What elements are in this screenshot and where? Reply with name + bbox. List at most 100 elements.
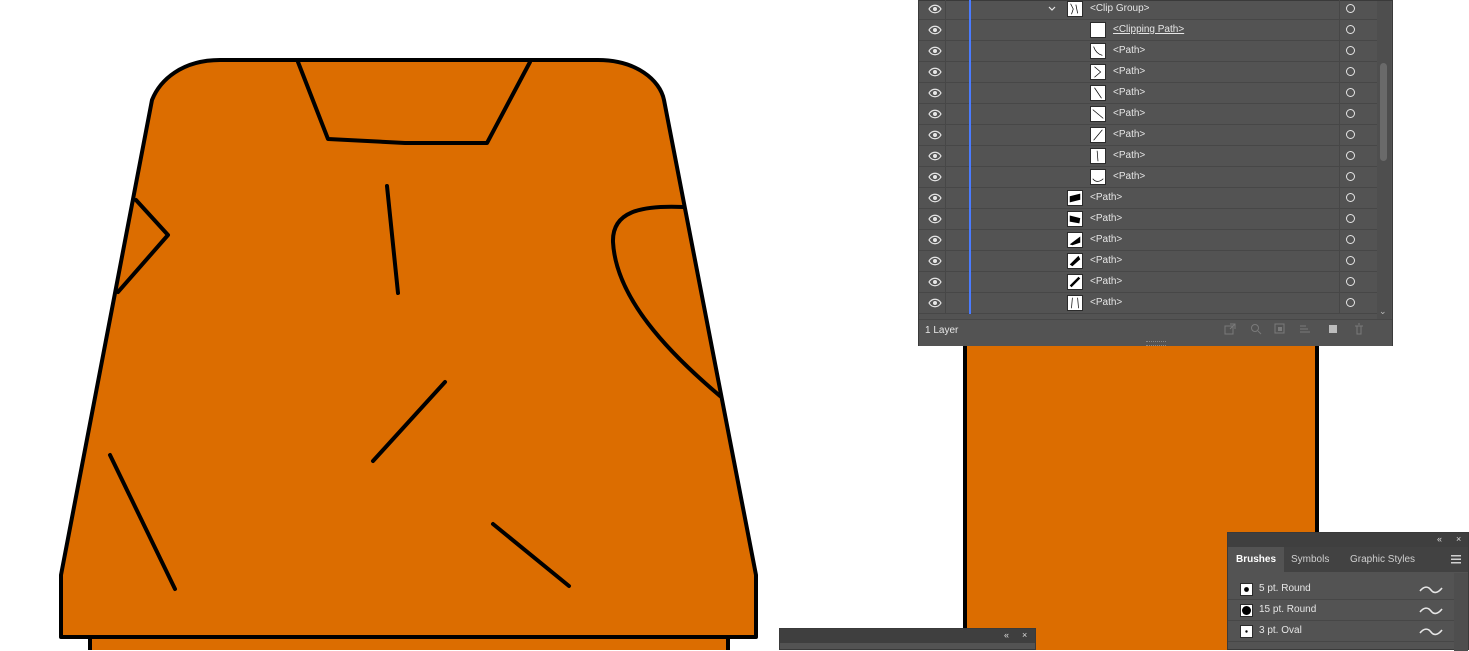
layer-row[interactable]: <Path> — [919, 41, 1377, 62]
visibility-eye-icon[interactable] — [928, 256, 942, 266]
visibility-eye-icon[interactable] — [928, 88, 942, 98]
brush-row[interactable]: 5 pt. Round — [1228, 579, 1454, 600]
target-circle-icon[interactable] — [1346, 277, 1355, 286]
collapse-icon[interactable]: « — [1004, 630, 1009, 640]
tab-graphic-styles[interactable]: Graphic Styles — [1342, 547, 1423, 572]
brush-row[interactable]: 15 pt. Round — [1228, 600, 1454, 621]
layer-row-label[interactable]: <Path> — [1113, 129, 1145, 140]
layer-row[interactable]: <Path> — [919, 272, 1377, 293]
visibility-eye-icon[interactable] — [928, 298, 942, 308]
layer-row[interactable]: <Path> — [919, 62, 1377, 83]
visibility-eye-icon[interactable] — [928, 67, 942, 77]
make-clipping-mask-icon[interactable] — [1274, 323, 1286, 335]
visibility-eye-icon[interactable] — [928, 193, 942, 203]
target-circle-icon[interactable] — [1346, 25, 1355, 34]
visibility-eye-icon[interactable] — [928, 151, 942, 161]
brush-label[interactable]: 5 pt. Round — [1259, 583, 1311, 594]
layer-row[interactable]: <Path> — [919, 230, 1377, 251]
brush-swatch-icon — [1240, 583, 1253, 596]
delete-icon[interactable] — [1353, 323, 1365, 335]
brush-stroke-preview-icon — [1419, 586, 1443, 594]
layer-row[interactable]: <Path> — [919, 167, 1377, 188]
layer-row[interactable]: <Path> — [919, 125, 1377, 146]
brushes-panel[interactable]: « × Brushes Symbols Graphic Styles 5 pt.… — [1227, 532, 1469, 651]
layer-row-label[interactable]: <Path> — [1113, 171, 1145, 182]
column-divider — [1339, 188, 1340, 209]
visibility-eye-icon[interactable] — [928, 130, 942, 140]
chevron-down-icon[interactable] — [1047, 3, 1057, 15]
close-icon[interactable]: × — [1456, 534, 1461, 544]
scroll-down-icon[interactable]: ⌄ — [1379, 306, 1389, 316]
brushes-scrollbar[interactable] — [1454, 573, 1468, 651]
layer-row[interactable]: <Path> — [919, 83, 1377, 104]
locate-object-icon[interactable] — [1250, 323, 1262, 335]
layer-row-label[interactable]: <Path> — [1090, 255, 1122, 266]
create-sublayer-icon[interactable] — [1299, 323, 1311, 335]
visibility-eye-icon[interactable] — [928, 4, 942, 14]
target-circle-icon[interactable] — [1346, 4, 1355, 13]
visibility-eye-icon[interactable] — [928, 235, 942, 245]
layer-row[interactable]: <Path> — [919, 104, 1377, 125]
layer-row-label[interactable]: <Path> — [1090, 213, 1122, 224]
layer-row-label[interactable]: <Path> — [1113, 45, 1145, 56]
visibility-eye-icon[interactable] — [928, 46, 942, 56]
layer-row-label[interactable]: <Path> — [1113, 66, 1145, 77]
tab-symbols[interactable]: Symbols — [1283, 547, 1337, 572]
layer-row[interactable]: <Path> — [919, 146, 1377, 167]
layer-row[interactable]: <Clipping Path> — [919, 20, 1377, 41]
layer-row-label[interactable]: <Clipping Path> — [1113, 24, 1184, 35]
layer-row[interactable]: <Path> — [919, 209, 1377, 230]
layer-row-label[interactable]: <Path> — [1090, 234, 1122, 245]
layers-scroll-thumb[interactable] — [1380, 63, 1387, 161]
target-circle-icon[interactable] — [1346, 172, 1355, 181]
layers-panel[interactable]: <Clip Group> <Clipping Path> <Path> <Path> <… — [918, 0, 1393, 346]
visibility-eye-icon[interactable] — [928, 172, 942, 182]
layer-row-label[interactable]: <Path> — [1113, 150, 1145, 161]
target-circle-icon[interactable] — [1346, 130, 1355, 139]
column-divider — [1339, 251, 1340, 272]
visibility-eye-icon[interactable] — [928, 277, 942, 287]
close-icon[interactable]: × — [1022, 630, 1027, 640]
collapsed-panel-titlebar[interactable]: « × — [780, 629, 1035, 643]
brushes-panel-titlebar[interactable]: « × — [1228, 533, 1468, 547]
layer-color-indicator — [969, 20, 971, 41]
brush-row[interactable]: 3 pt. Oval — [1228, 621, 1454, 642]
layer-row[interactable]: <Path> — [919, 188, 1377, 209]
layer-row[interactable]: <Clip Group> — [919, 0, 1377, 20]
target-circle-icon[interactable] — [1346, 109, 1355, 118]
brushes-panel-tabs: Brushes Symbols Graphic Styles — [1228, 547, 1468, 572]
layer-thumbnail — [1067, 1, 1083, 17]
target-circle-icon[interactable] — [1346, 46, 1355, 55]
collect-export-icon[interactable] — [1224, 323, 1236, 335]
resize-grip-icon[interactable] — [1146, 341, 1166, 346]
visibility-eye-icon[interactable] — [928, 25, 942, 35]
new-layer-icon[interactable] — [1327, 323, 1339, 335]
layers-scrollbar[interactable]: ⌄ — [1377, 1, 1391, 319]
tab-brushes[interactable]: Brushes — [1228, 547, 1285, 572]
layer-row-label[interactable]: <Path> — [1090, 192, 1122, 203]
target-circle-icon[interactable] — [1346, 151, 1355, 160]
target-circle-icon[interactable] — [1346, 88, 1355, 97]
target-circle-icon[interactable] — [1346, 256, 1355, 265]
layer-row-label[interactable]: <Path> — [1090, 276, 1122, 287]
brush-label[interactable]: 3 pt. Oval — [1259, 625, 1302, 636]
layer-row-label[interactable]: <Clip Group> — [1090, 3, 1149, 14]
column-divider — [945, 209, 946, 230]
layer-row-label[interactable]: <Path> — [1113, 87, 1145, 98]
target-circle-icon[interactable] — [1346, 193, 1355, 202]
brush-label[interactable]: 15 pt. Round — [1259, 604, 1316, 615]
collapse-icon[interactable]: « — [1437, 534, 1442, 544]
layer-row-label[interactable]: <Path> — [1090, 297, 1122, 308]
target-circle-icon[interactable] — [1346, 298, 1355, 307]
target-circle-icon[interactable] — [1346, 67, 1355, 76]
layer-row[interactable]: <Path> — [919, 251, 1377, 272]
target-circle-icon[interactable] — [1346, 235, 1355, 244]
layer-row-label[interactable]: <Path> — [1113, 108, 1145, 119]
visibility-eye-icon[interactable] — [928, 214, 942, 224]
collapsed-panel[interactable]: « × — [779, 628, 1036, 650]
panel-menu-icon[interactable] — [1451, 555, 1461, 564]
main-trapezoid-shape[interactable] — [59, 58, 758, 639]
layer-row[interactable]: <Path> — [919, 293, 1377, 314]
visibility-eye-icon[interactable] — [928, 109, 942, 119]
target-circle-icon[interactable] — [1346, 214, 1355, 223]
